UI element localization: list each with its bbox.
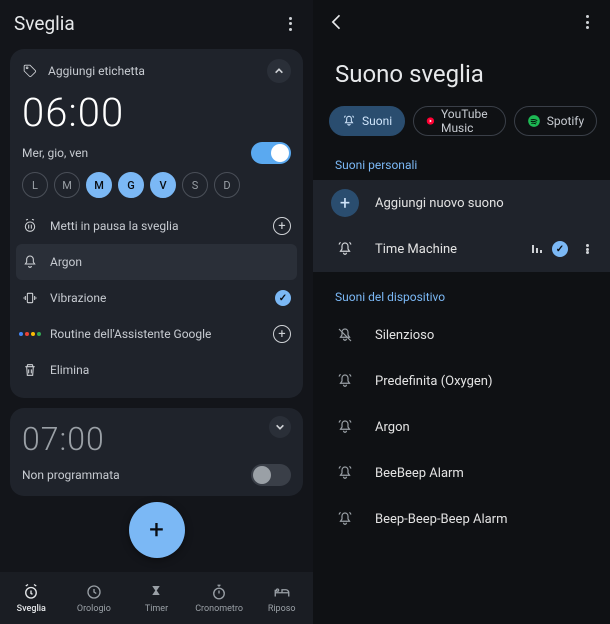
nav-stopwatch[interactable]: Cronometro (188, 572, 251, 624)
nav-clock[interactable]: Orologio (63, 572, 126, 624)
assistant-routine-row[interactable]: Routine dell'Assistente Google + (22, 316, 291, 352)
alarm-icon (22, 583, 40, 601)
bed-icon (273, 583, 291, 601)
bell-ring-icon (336, 372, 354, 390)
day-mer[interactable]: M (86, 172, 112, 198)
add-label-text: Aggiungi etichetta (48, 64, 145, 78)
chip-youtube-label: YouTube Music (441, 107, 493, 135)
overflow-menu-icon[interactable] (578, 13, 596, 31)
section-device-sounds: Suoni del dispositivo (313, 282, 610, 312)
sound-beepbeepbeep[interactable]: Beep-Beep-Beep Alarm (313, 496, 610, 542)
equalizer-icon (532, 245, 542, 253)
delete-label: Elimina (50, 363, 89, 377)
bell-ring-icon (342, 114, 356, 128)
nav-alarm[interactable]: Sveglia (0, 572, 63, 624)
back-arrow-icon[interactable] (327, 12, 347, 32)
assistant-icon (22, 326, 38, 342)
delete-row[interactable]: Elimina (22, 352, 291, 388)
check-icon (275, 290, 291, 306)
alarm-card-expanded: Aggiungi etichetta 06:00 Mer, gio, ven L… (10, 49, 303, 398)
chip-spotify[interactable]: Spotify (514, 106, 597, 136)
day-ven[interactable]: V (150, 172, 176, 198)
item-overflow-icon[interactable] (578, 242, 596, 256)
alarm-toggle-2[interactable] (251, 464, 291, 486)
vibration-label: Vibrazione (50, 291, 106, 305)
pause-alarm-label: Metti in pausa la sveglia (50, 219, 179, 233)
sound-default[interactable]: Predefinita (Oxygen) (313, 358, 610, 404)
alarm-time-2[interactable]: 07:00 (22, 420, 105, 458)
day-selector: L M M G V S D (22, 172, 291, 198)
sound-beebeep[interactable]: BeeBeep Alarm (313, 450, 610, 496)
bell-ring-icon (336, 240, 354, 258)
alarm-sound-row[interactable]: Argon (16, 244, 297, 280)
sound-label: Argon (375, 420, 596, 435)
bell-ring-icon (336, 510, 354, 528)
nav-timer-label: Timer (145, 604, 168, 614)
alarm-sound-label: Argon (50, 255, 82, 269)
pause-alarm-icon (22, 218, 38, 234)
sound-time-machine[interactable]: Time Machine (313, 226, 610, 272)
add-new-sound-label: Aggiungi nuovo suono (375, 196, 596, 211)
bell-off-icon (336, 326, 354, 344)
sound-label: Beep-Beep-Beep Alarm (375, 512, 596, 527)
chip-sounds-label: Suoni (362, 114, 392, 128)
sound-argon[interactable]: Argon (313, 404, 610, 450)
sound-label: Time Machine (375, 242, 516, 257)
alarm-toggle[interactable] (251, 142, 291, 164)
chip-youtube[interactable]: YouTube Music (413, 106, 506, 136)
add-new-sound-row[interactable]: + Aggiungi nuovo suono (313, 180, 610, 226)
assistant-label: Routine dell'Assistente Google (50, 327, 211, 341)
day-sab[interactable]: S (182, 172, 208, 198)
overflow-menu-icon[interactable] (281, 15, 299, 33)
pause-alarm-row[interactable]: Metti in pausa la sveglia + (22, 208, 291, 244)
add-alarm-fab[interactable]: + (129, 502, 185, 558)
nav-clock-label: Orologio (77, 604, 111, 614)
day-mar[interactable]: M (54, 172, 80, 198)
nav-bedtime-label: Riposo (268, 604, 296, 614)
youtube-music-icon (426, 114, 435, 128)
stopwatch-icon (210, 583, 228, 601)
tag-icon (22, 63, 38, 79)
section-personal-sounds: Suoni personali (313, 150, 610, 180)
nav-bedtime[interactable]: Riposo (250, 572, 313, 624)
day-dom[interactable]: D (214, 172, 240, 198)
bottom-nav: Sveglia Orologio Timer Cronometro Riposo (0, 572, 313, 624)
day-gio[interactable]: G (118, 172, 144, 198)
sound-label: Silenzioso (375, 328, 596, 343)
plus-icon: + (331, 189, 359, 217)
nav-alarm-label: Sveglia (17, 604, 46, 614)
chip-sounds[interactable]: Suoni (329, 106, 405, 136)
vibration-row[interactable]: Vibrazione (22, 280, 291, 316)
collapse-button[interactable] (267, 59, 291, 83)
nav-timer[interactable]: Timer (125, 572, 188, 624)
nav-stopwatch-label: Cronometro (195, 604, 243, 614)
bell-icon (22, 254, 38, 270)
add-label-button[interactable]: Aggiungi etichetta (22, 63, 145, 79)
hourglass-icon (147, 583, 165, 601)
add-icon: + (273, 325, 291, 343)
page-title: Suono sveglia (313, 44, 610, 106)
sound-label: Predefinita (Oxygen) (375, 374, 596, 389)
sound-silent[interactable]: Silenzioso (313, 312, 610, 358)
alarm-2-status: Non programmata (22, 468, 120, 482)
spotify-icon (527, 114, 541, 128)
alarm-time[interactable]: 06:00 (22, 89, 291, 136)
app-title: Sveglia (14, 12, 75, 35)
bell-ring-icon (336, 418, 354, 436)
vibration-icon (22, 290, 38, 306)
sound-label: BeeBeep Alarm (375, 466, 596, 481)
expand-button[interactable] (269, 416, 291, 438)
clock-icon (85, 583, 103, 601)
bell-ring-icon (336, 464, 354, 482)
day-lun[interactable]: L (22, 172, 48, 198)
trash-icon (22, 362, 38, 378)
alarm-card-collapsed: 07:00 Non programmata (10, 408, 303, 496)
chip-spotify-label: Spotify (547, 114, 584, 128)
selected-icon (552, 241, 568, 257)
add-icon: + (273, 217, 291, 235)
schedule-text: Mer, gio, ven (22, 146, 88, 160)
